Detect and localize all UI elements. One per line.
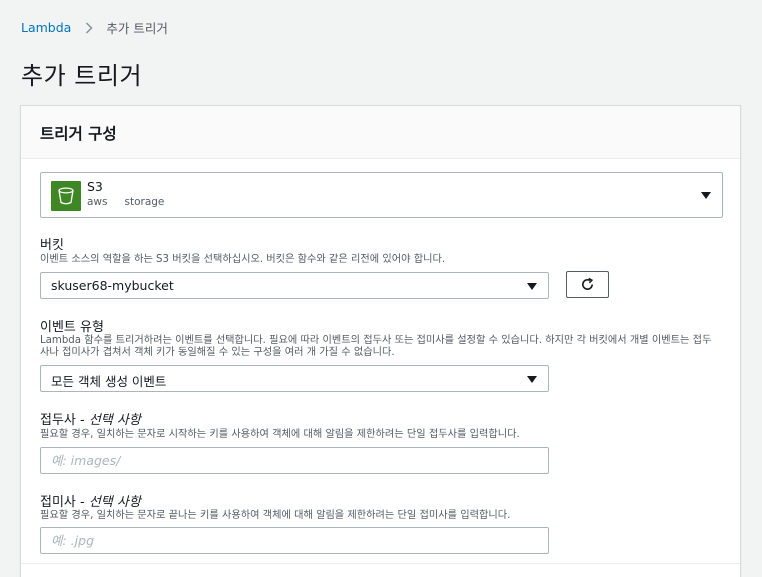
refresh-icon [582, 277, 594, 290]
chevron-right-icon [85, 21, 93, 34]
caret-down-icon [527, 376, 537, 383]
page-title: 추가 트리거 [21, 62, 143, 90]
prefix-label-text: 접두사 - [40, 413, 89, 428]
panel-header: 트리거 구성 [21, 106, 740, 159]
breadcrumb: Lambda 추가 트리거 [21, 18, 168, 37]
refresh-buckets-button[interactable] [566, 271, 609, 298]
caret-down-icon [527, 283, 537, 290]
suffix-input[interactable] [40, 527, 549, 554]
s3-bucket-icon [51, 181, 81, 211]
bucket-value: skuser68-mybucket [51, 278, 174, 293]
prefix-label: 접두사 - 선택 사항 [40, 409, 141, 428]
breadcrumb-lambda-link[interactable]: Lambda [21, 20, 71, 35]
trigger-source-select[interactable]: S3 aws storage [40, 172, 723, 218]
event-type-label: 이벤트 유형 [40, 320, 104, 335]
bucket-label: 버킷 [40, 238, 64, 253]
trigger-name: S3 [87, 179, 103, 194]
trigger-tags: aws storage [87, 196, 164, 208]
panel-title: 트리거 구성 [40, 125, 117, 143]
event-type-description: Lambda 함수를 트리거하려는 이벤트를 선택합니다. 필요에 따라 이벤트… [40, 335, 712, 358]
prefix-optional-text: 선택 사항 [88, 413, 141, 428]
bucket-select[interactable]: skuser68-mybucket [40, 272, 549, 299]
suffix-label-text: 접미사 - [40, 495, 89, 510]
suffix-optional-text: 선택 사항 [88, 495, 141, 510]
trigger-configuration-panel: 트리거 구성 S3 aws storage 버킷 이벤트 소스의 역할을 하는 … [20, 105, 741, 577]
trigger-tag: storage [124, 196, 165, 208]
caret-down-icon [701, 192, 711, 199]
suffix-label: 접미사 - 선택 사항 [40, 491, 141, 510]
event-type-select[interactable]: 모든 객체 생성 이벤트 [40, 365, 549, 392]
bucket-description: 이벤트 소스의 역할을 하는 S3 버킷을 선택하십시오. 버킷은 함수와 같은… [40, 254, 446, 265]
trigger-tag: aws [87, 196, 108, 208]
divider [21, 563, 740, 564]
event-type-value: 모든 객체 생성 이벤트 [51, 374, 167, 389]
prefix-input[interactable] [40, 447, 549, 474]
prefix-description: 필요할 경우, 일치하는 문자로 시작하는 키를 사용하여 객체에 대해 알림을… [40, 429, 520, 440]
breadcrumb-current: 추가 트리거 [106, 21, 168, 36]
suffix-description: 필요할 경우, 일치하는 문자로 끝나는 키를 사용하여 객체에 대해 알림을 … [40, 510, 511, 521]
